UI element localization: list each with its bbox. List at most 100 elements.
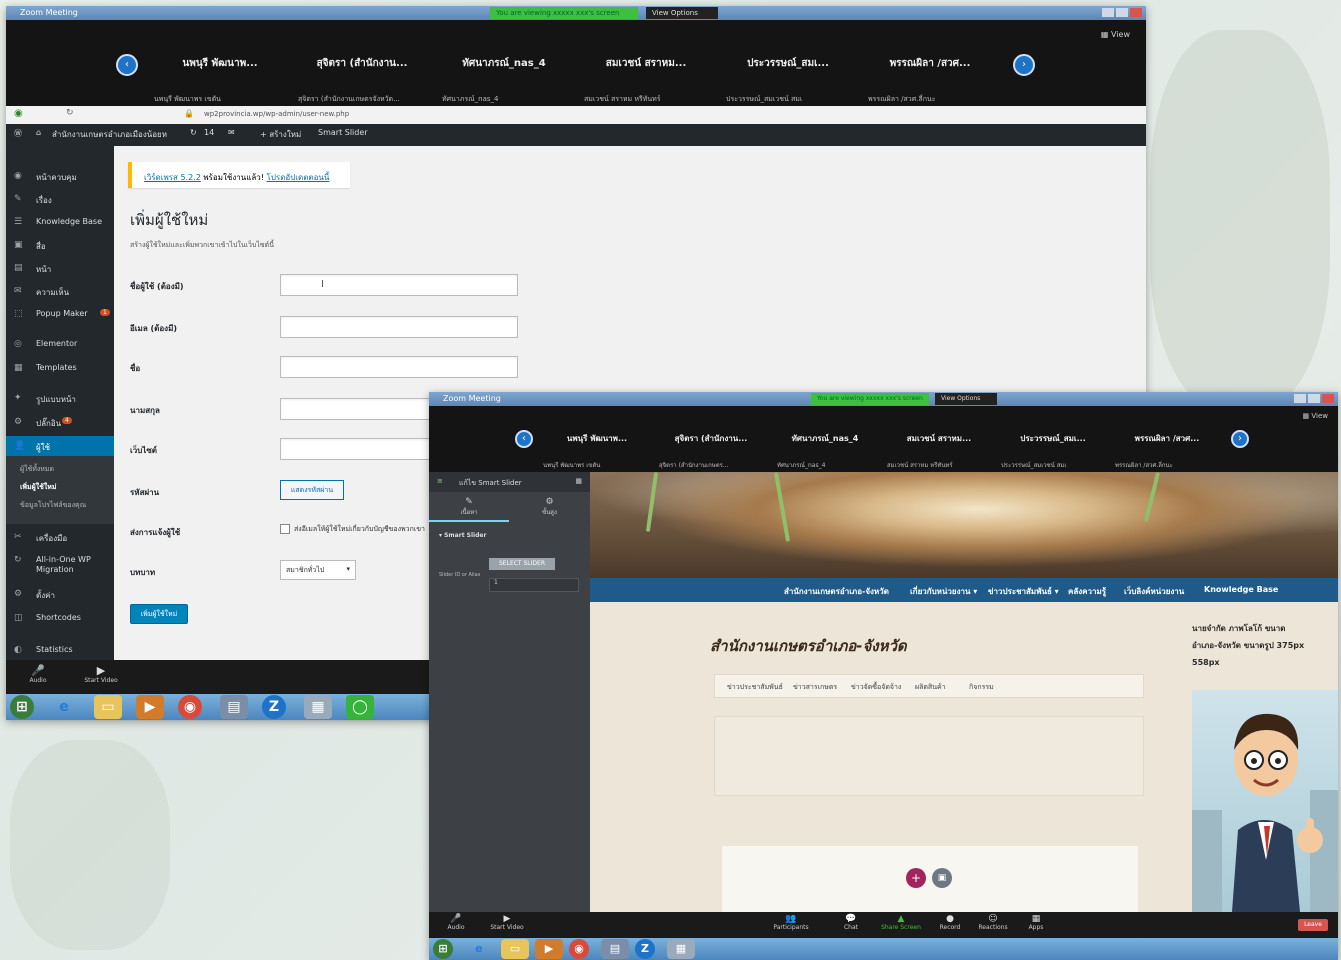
start-video-button[interactable]: ▶ Start Video <box>78 664 124 684</box>
zoom-app-icon[interactable]: Z <box>262 695 286 719</box>
audio-button[interactable]: 🎤 Audio <box>26 664 50 684</box>
nav-item[interactable]: เว็บลิงค์หน่วยงาน <box>1124 585 1184 598</box>
sidebar-item[interactable]: ◫ Shortcodes <box>6 608 114 628</box>
prev-page-icon[interactable]: ‹ <box>515 430 533 448</box>
sidebar-item[interactable]: ◐ Statistics <box>6 640 114 660</box>
news-tab[interactable]: ข่าวสารเกษตร <box>793 682 837 693</box>
chat-button[interactable]: 💬 Chat <box>837 914 865 931</box>
media-player-icon[interactable]: ▶ <box>136 695 164 719</box>
first-name-input[interactable] <box>280 356 518 378</box>
sidebar-item[interactable]: ◎ Elementor <box>6 334 114 354</box>
sidebar-subitem[interactable]: ข้อมูลโปรไฟล์ของคุณ <box>20 500 86 511</box>
add-section-icon[interactable]: + <box>906 868 926 888</box>
sidebar-item[interactable]: ↻ All-in-One WP Migration <box>6 550 114 578</box>
username-input[interactable]: I <box>280 274 518 296</box>
nav-item[interactable]: ข่าวประชาสัมพันธ์ ▾ <box>988 585 1059 598</box>
next-page-icon[interactable]: › <box>1013 54 1035 76</box>
browser-back-icon[interactable]: ◉ <box>14 108 23 119</box>
email-input[interactable] <box>280 316 518 338</box>
line-app-icon[interactable]: ◯ <box>346 695 374 719</box>
sidebar-item[interactable]: ▤ หน้า <box>6 258 114 278</box>
participant-tile[interactable]: ประวรรษณ์_สมเ... <box>718 56 858 71</box>
sidebar-item[interactable]: ✂ เครื่องมือ <box>6 527 114 547</box>
template-folder-icon[interactable]: ▣ <box>932 868 952 888</box>
nav-item[interactable]: สำนักงานเกษตรอำเภอ-จังหวัด <box>784 585 889 598</box>
admin-site-name[interactable]: สำนักงานเกษตรอำเภอเมืองน้อยห <box>52 128 167 141</box>
participant-tile[interactable]: พรรณผิลา /สวศ... <box>1111 432 1223 445</box>
nav-item[interactable]: คลังความรู้ <box>1068 585 1106 598</box>
app-icon[interactable]: ▦ <box>667 939 695 959</box>
update-now-link[interactable]: โปรดอัปเดตตอนนี้ <box>267 173 330 182</box>
leave-button[interactable]: Leave <box>1298 919 1328 931</box>
sidebar-item[interactable]: ⚙ ตั้งค่า <box>6 584 114 604</box>
nav-item[interactable]: เกี่ยวกับหน่วยงาน ▾ <box>910 585 977 598</box>
menu-icon[interactable]: ≡ <box>437 477 443 485</box>
show-password-button[interactable]: แสดงรหัสผ่าน <box>280 480 344 500</box>
sidebar-item[interactable]: ⚙ ปลั๊กอิน 4 <box>6 412 114 432</box>
notify-user-checkbox[interactable]: ส่งอีเมลให้ผู้ใช้ใหม่เกี่ยวกับบัญชีของพว… <box>280 524 425 535</box>
slider-id-input[interactable]: 1 <box>489 578 579 592</box>
participant-tile[interactable]: สมเวชน์ สราหม... <box>576 56 716 71</box>
next-page-icon[interactable]: › <box>1231 430 1249 448</box>
home-icon[interactable]: ⌂ <box>36 128 41 137</box>
participant-tile[interactable]: ประวรรษณ์_สมเ... <box>997 432 1109 445</box>
participant-tile[interactable]: ทัศนาภรณ์_nas_4 <box>769 432 881 445</box>
sidebar-item[interactable]: ▦ Templates <box>6 358 114 378</box>
news-tab[interactable]: กิจกรรม <box>969 682 994 693</box>
file-explorer-icon[interactable]: ▭ <box>501 939 529 959</box>
close-icon[interactable] <box>1322 394 1334 403</box>
participant-tile[interactable]: ทัศนาภรณ์_nas_4 <box>434 56 574 71</box>
section-header[interactable]: ▾ Smart Slider <box>439 532 486 539</box>
sidebar-item[interactable]: ✦ รูปแบบหน้า <box>6 388 114 408</box>
minimize-icon[interactable] <box>1102 8 1114 17</box>
chrome-icon[interactable]: ◉ <box>569 939 589 959</box>
app-icon[interactable]: ▤ <box>220 695 248 719</box>
participant-tile[interactable]: นพนุรี พัฒนาพ... <box>541 432 653 445</box>
comments-icon[interactable]: ✉ <box>228 128 235 137</box>
prev-page-icon[interactable]: ‹ <box>116 54 138 76</box>
sidebar-item[interactable]: ▣ สื่อ <box>6 235 114 255</box>
url-text[interactable]: wp2provincia.wp/wp-admin/user-new.php <box>204 110 349 118</box>
maximize-icon[interactable] <box>1308 394 1320 403</box>
participant-tile[interactable]: สุจิตรา (สำนักงาน... <box>655 432 767 445</box>
reactions-button[interactable]: ☺ Reactions <box>975 914 1011 931</box>
start-video-button[interactable]: ▶ Start Video <box>487 914 527 931</box>
news-tab[interactable]: ผลิตสินค้า <box>915 682 946 693</box>
record-button[interactable]: ● Record <box>935 914 965 931</box>
tab-advanced[interactable]: ⚙ ขั้นสูง <box>509 494 590 520</box>
refresh-icon[interactable]: ↻ <box>66 108 74 118</box>
sidebar-subitem[interactable]: เพิ่มผู้ใช้ใหม่ <box>20 482 57 493</box>
wordpress-version-link[interactable]: เวิร์ดเพรส 5.2.2 <box>144 173 201 182</box>
smart-slider-link[interactable]: Smart Slider <box>318 128 368 137</box>
view-options-button[interactable]: View Options <box>646 7 718 19</box>
select-slider-button[interactable]: SELECT SLIDER <box>489 558 555 570</box>
sidebar-item[interactable]: ◉ หน้าควบคุม <box>6 166 114 186</box>
tab-content[interactable]: ✎ เนื้อหา <box>429 494 509 522</box>
audio-button[interactable]: 🎤 Audio <box>445 914 467 931</box>
updates-icon[interactable]: ↻ <box>190 128 197 137</box>
sidebar-item[interactable]: ☰ Knowledge Base <box>6 212 114 232</box>
checkbox-icon[interactable] <box>280 524 290 534</box>
nav-item[interactable]: Knowledge Base <box>1204 585 1278 594</box>
start-button-icon[interactable]: ⊞ <box>10 695 34 719</box>
sidebar-item[interactable]: ⬚ Popup Maker 1 <box>6 304 114 324</box>
internet-explorer-icon[interactable]: e <box>50 695 78 719</box>
internet-explorer-icon[interactable]: e <box>465 939 493 959</box>
close-icon[interactable] <box>1130 8 1142 17</box>
sidebar-item[interactable]: 👤 ผู้ใช้ <box>6 436 114 456</box>
zoom-app-icon[interactable]: Z <box>635 939 655 959</box>
participant-tile[interactable]: สมเวชน์ สราหม... <box>883 432 995 445</box>
app-icon[interactable]: ▤ <box>601 939 629 959</box>
wordpress-logo-icon[interactable]: Ⓦ <box>14 128 22 139</box>
news-tab[interactable]: ข่าวประชาสัมพันธ์ <box>727 682 783 693</box>
participants-button[interactable]: 👥 Participants <box>769 914 813 931</box>
maximize-icon[interactable] <box>1116 8 1128 17</box>
sidebar-item[interactable]: ✉ ความเห็น <box>6 281 114 301</box>
view-button[interactable]: ▦ View <box>1303 412 1328 420</box>
sidebar-item[interactable]: ✎ เรื่อง <box>6 189 114 209</box>
share-screen-button[interactable]: ▲ Share Screen <box>879 914 923 931</box>
view-options-button[interactable]: View Options <box>935 393 997 405</box>
add-new-user-button[interactable]: เพิ่มผู้ใช้ใหม่ <box>130 604 188 624</box>
new-content-link[interactable]: + สร้างใหม่ <box>260 128 301 141</box>
sidebar-subitem[interactable]: ผู้ใช้ทั้งหมด <box>20 464 54 475</box>
